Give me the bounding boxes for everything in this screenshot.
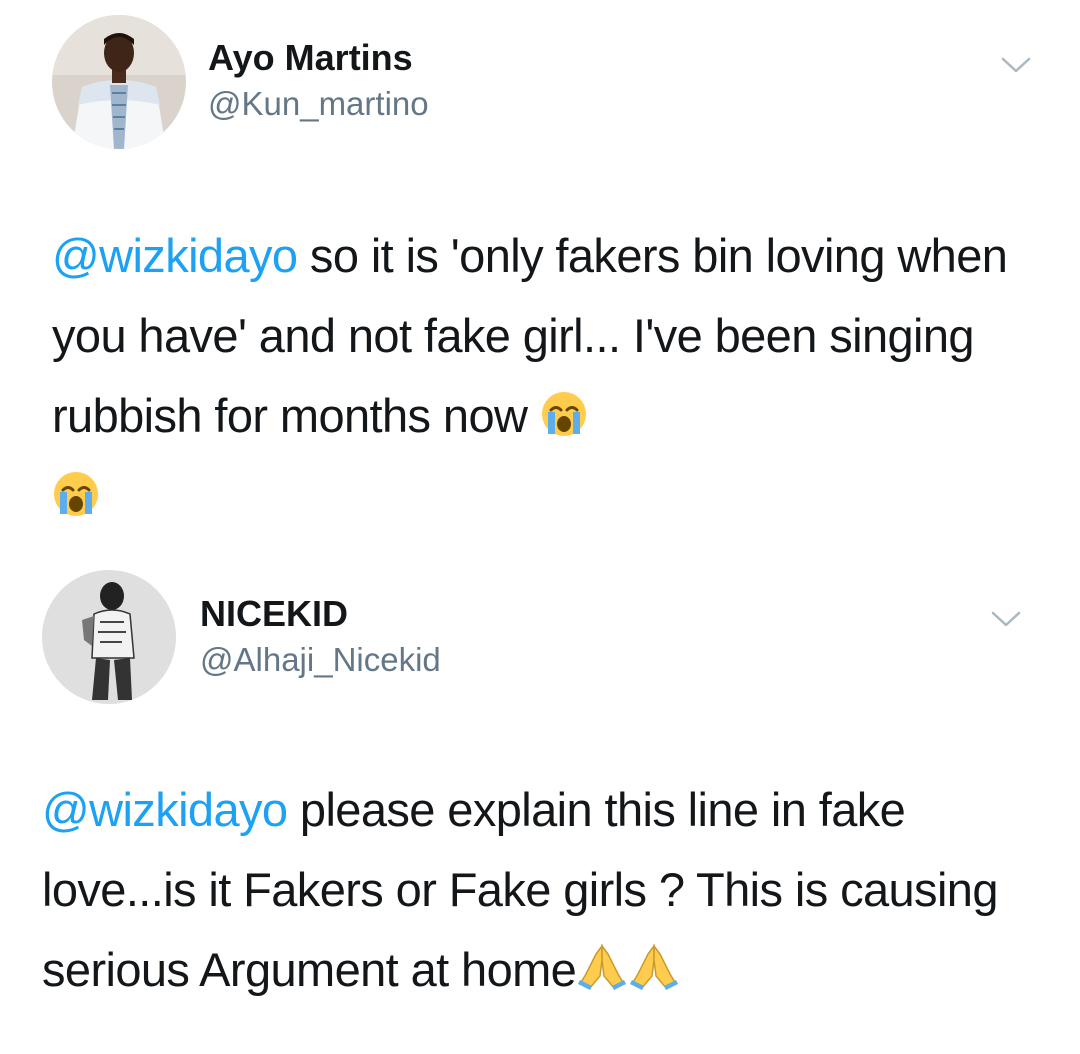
author-name[interactable]: Ayo Martins — [208, 38, 413, 78]
avatar[interactable] — [52, 15, 186, 149]
chevron-down-icon[interactable] — [998, 54, 1034, 76]
tweet-2: NICEKID @Alhaji_Nicekid @wizkidayo pleas… — [0, 560, 1080, 1054]
user-avatar-photo-icon — [52, 15, 186, 149]
loudly-crying-face-icon — [52, 470, 100, 518]
author-handle[interactable]: @Alhaji_Nicekid — [200, 640, 441, 680]
user-avatar-photo-icon — [42, 570, 176, 704]
loudly-crying-face-icon — [540, 390, 588, 438]
mention-link[interactable]: @wizkidayo — [42, 783, 288, 836]
author-name[interactable]: NICEKID — [200, 594, 348, 634]
mention-link[interactable]: @wizkidayo — [52, 229, 298, 282]
folded-hands-icon — [576, 940, 628, 992]
avatar[interactable] — [42, 570, 176, 704]
chevron-down-icon[interactable] — [988, 608, 1024, 630]
author-handle[interactable]: @Kun_martino — [208, 84, 429, 124]
folded-hands-icon — [628, 940, 680, 992]
tweet-text: @wizkidayo please explain this line in f… — [42, 770, 1032, 1010]
tweet-1: Ayo Martins @Kun_martino @wizkidayo so i… — [0, 0, 1080, 540]
tweet-text: @wizkidayo so it is 'only fakers bin lov… — [52, 216, 1032, 536]
